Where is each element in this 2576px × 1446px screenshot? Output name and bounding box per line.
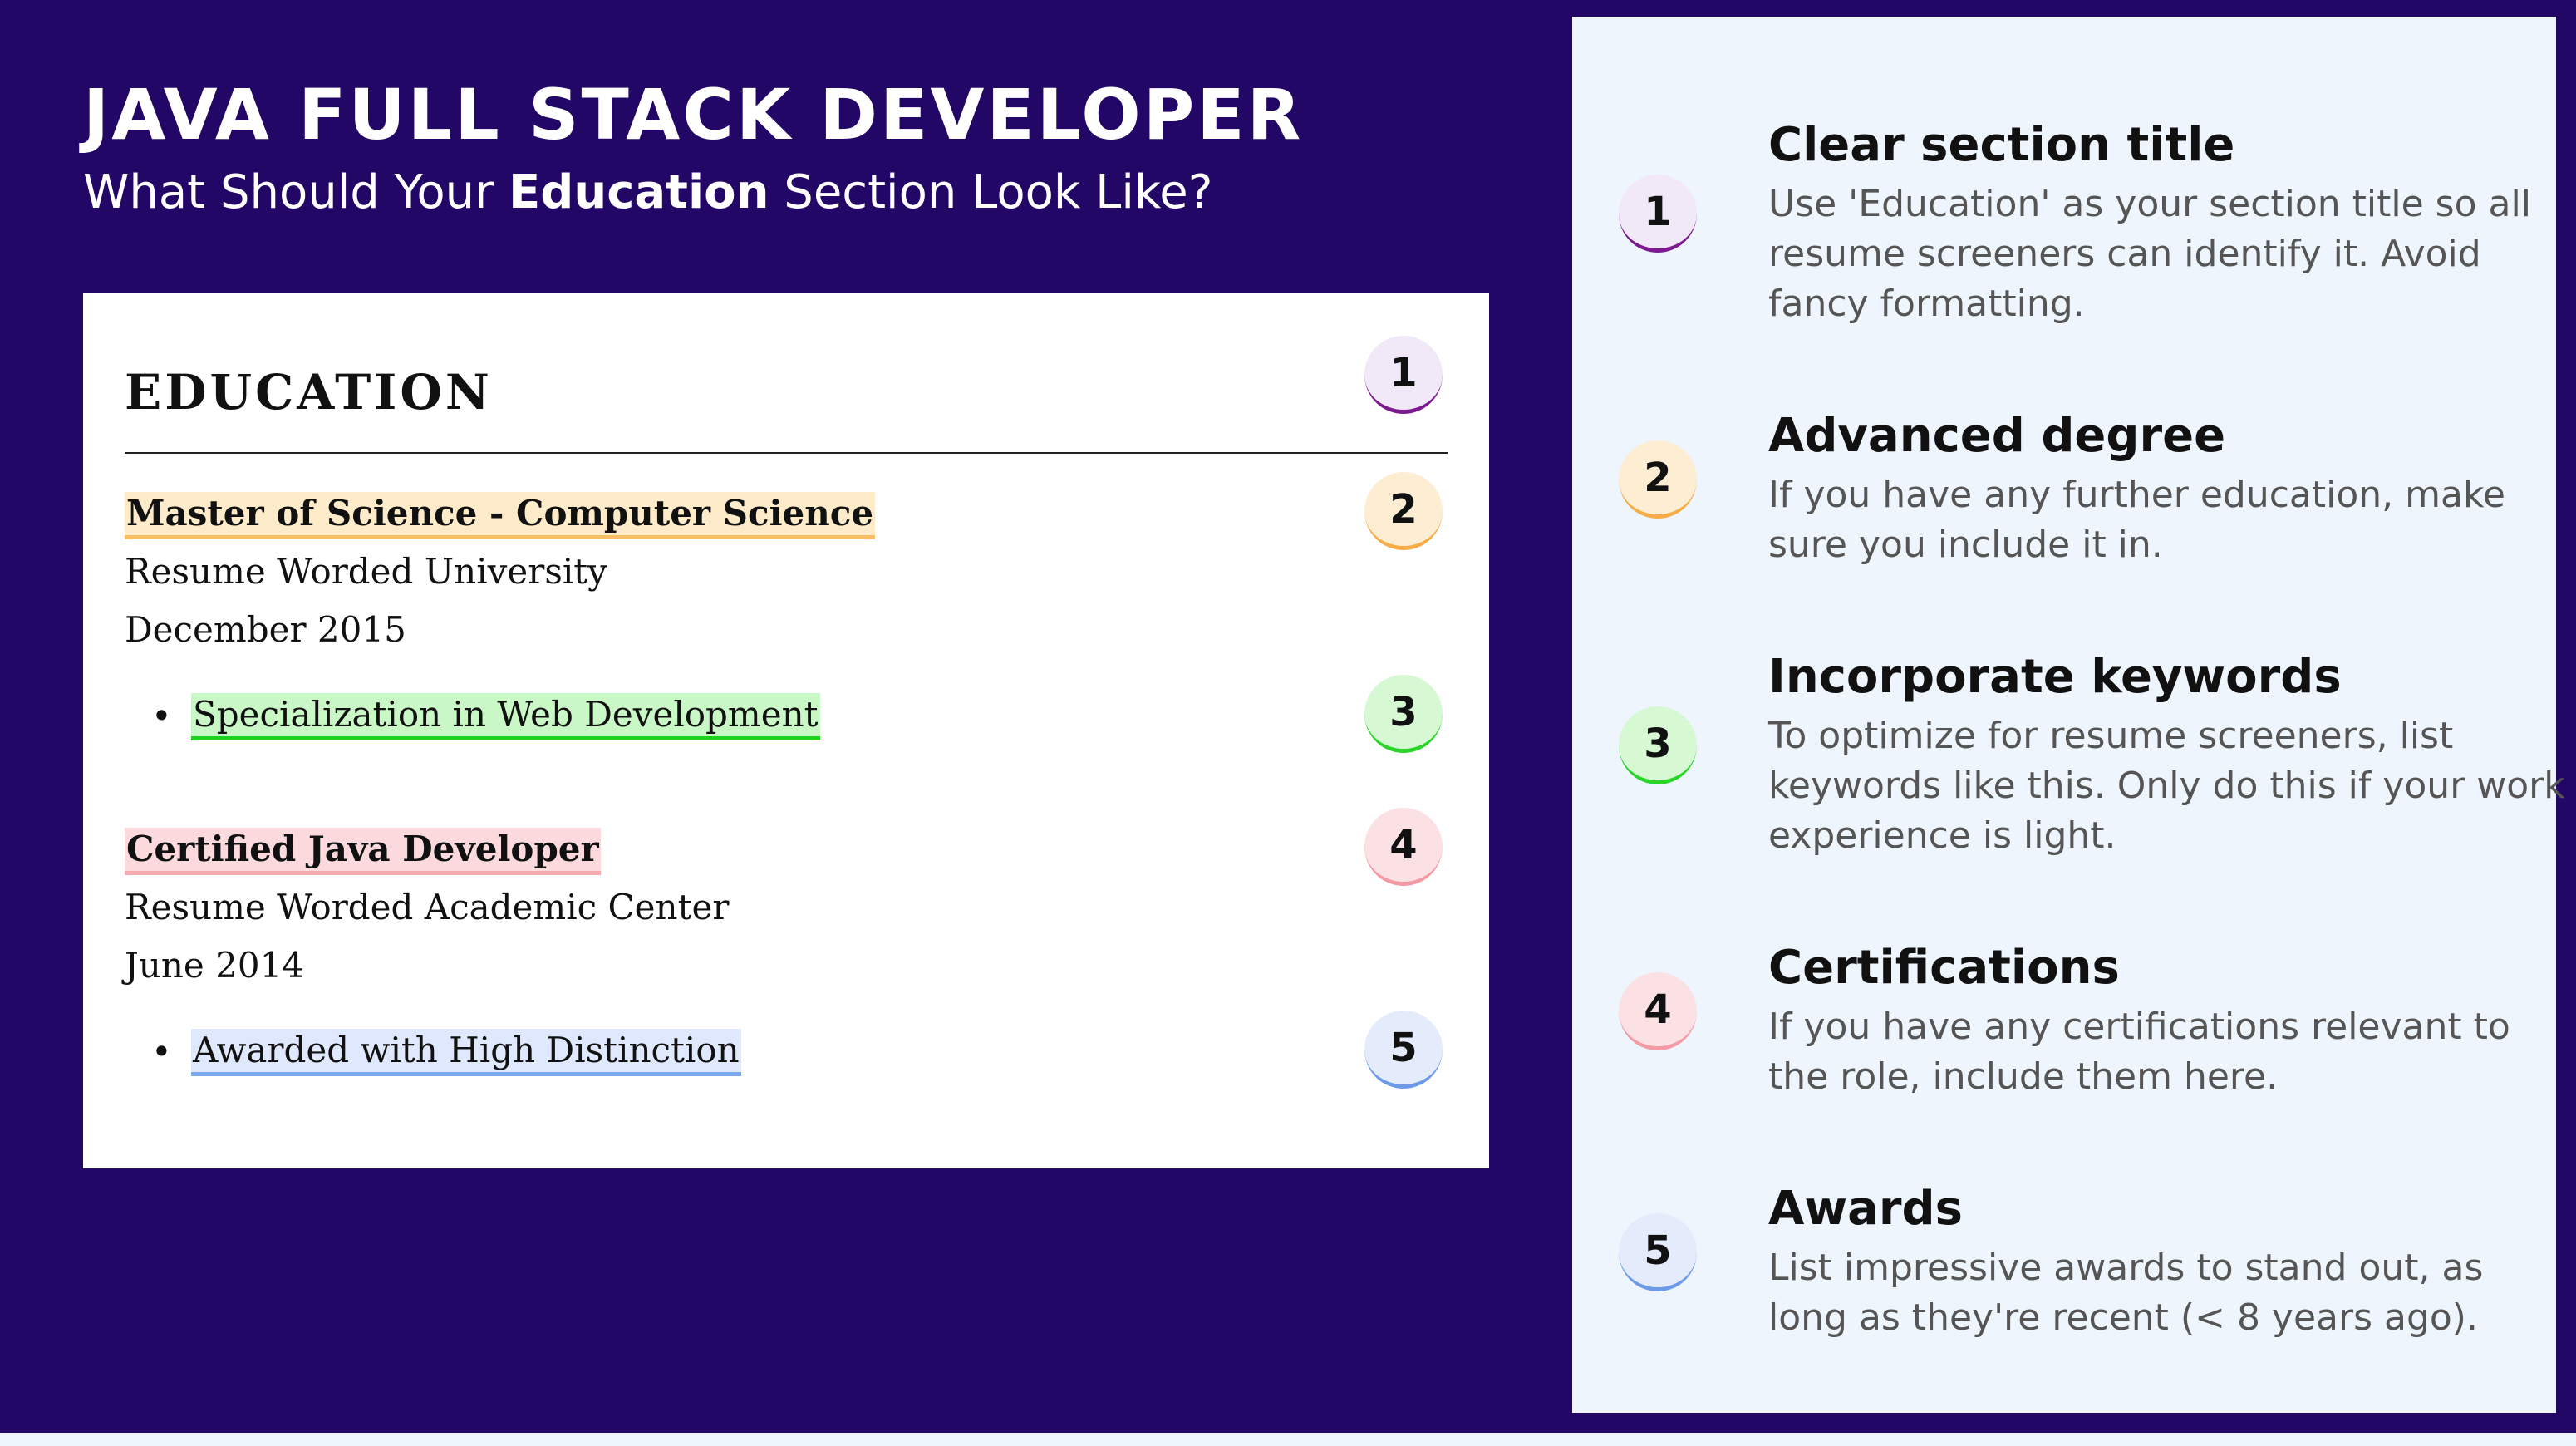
tip-text: If you have any further education, make … <box>1768 474 2505 566</box>
bullet-item: • Awarded with High Distinction <box>151 1029 741 1076</box>
date-text: June 2014 <box>125 945 305 986</box>
badge-4: 4 <box>1364 808 1443 886</box>
tip-badge-1: 1 <box>1619 175 1697 253</box>
date-text: December 2015 <box>125 609 406 650</box>
certification-highlight: Certified Java Developer <box>125 828 601 875</box>
tip-title: Clear section title <box>1768 118 2235 172</box>
tip-badge-2: 2 <box>1619 440 1697 519</box>
certification-line: Certified Java Developer <box>125 826 601 875</box>
tip-text: If you have any certifications relevant … <box>1768 1006 2510 1098</box>
badge-3: 3 <box>1364 675 1443 753</box>
tip-text: Use 'Education' as your section title so… <box>1768 183 2531 325</box>
tip-badge-3: 3 <box>1619 706 1697 784</box>
heading-divider <box>125 452 1448 454</box>
tip-badge-5: 5 <box>1619 1213 1697 1291</box>
bullet-dot-icon: • <box>151 1031 172 1072</box>
header: JAVA FULL STACK DEVELOPER What Should Yo… <box>83 73 1512 226</box>
resume-example-card: EDUCATION 1 Master of Science - Computer… <box>83 293 1489 1168</box>
tip-title: Awards <box>1768 1182 1963 1236</box>
page-title: JAVA FULL STACK DEVELOPER <box>83 74 1304 155</box>
badge-5: 5 <box>1364 1011 1443 1089</box>
subtitle-bold: Education <box>508 165 769 219</box>
tips-panel: Clear section title 1 Use 'Education' as… <box>1572 17 2565 1413</box>
education-heading: EDUCATION <box>125 364 493 421</box>
tip-text: To optimize for resume screeners, list k… <box>1768 715 2565 857</box>
bullet-dot-icon: • <box>151 696 172 736</box>
tip-badge-4: 4 <box>1619 972 1697 1050</box>
institution-text: Resume Worded University <box>125 551 607 592</box>
tip-title: Certifications <box>1768 941 2120 995</box>
bottom-strip <box>0 1433 2576 1446</box>
keyword-highlight: Specialization in Web Development <box>191 693 820 740</box>
page-subtitle: What Should Your Education Section Look … <box>83 160 1512 226</box>
subtitle-pre: What Should Your <box>83 165 509 219</box>
tip-text: List impressive awards to stand out, as … <box>1768 1247 2484 1339</box>
badge-1: 1 <box>1364 336 1443 414</box>
tip-title: Advanced degree <box>1768 409 2226 463</box>
subtitle-post: Section Look Like? <box>769 165 1213 219</box>
degree-line: Master of Science - Computer Science <box>125 490 876 539</box>
award-highlight: Awarded with High Distinction <box>191 1029 741 1076</box>
bullet-item: • Specialization in Web Development <box>151 693 820 740</box>
tip-title: Incorporate keywords <box>1768 650 2342 704</box>
badge-2: 2 <box>1364 472 1443 550</box>
institution-text: Resume Worded Academic Center <box>125 887 730 927</box>
degree-highlight: Master of Science - Computer Science <box>125 492 876 539</box>
